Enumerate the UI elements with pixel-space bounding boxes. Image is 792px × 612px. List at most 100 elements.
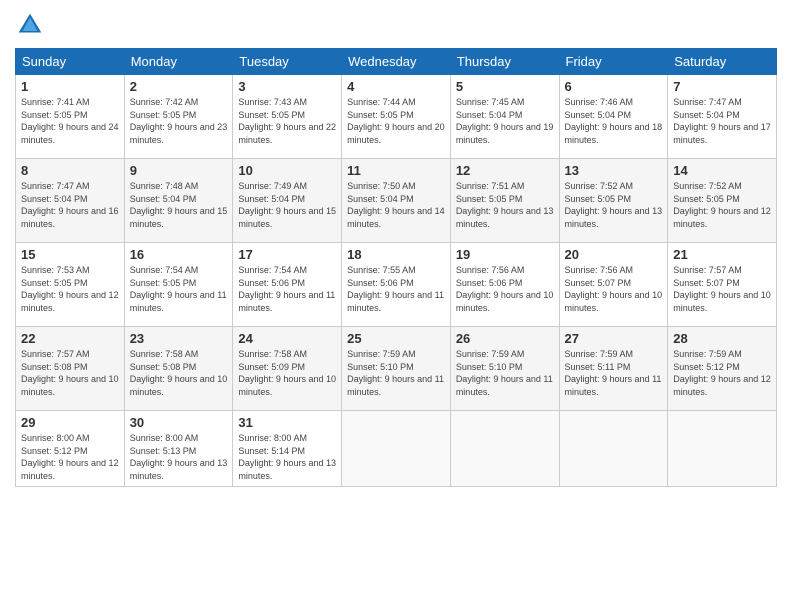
logo-icon <box>15 10 45 40</box>
day-detail: Sunrise: 7:54 AMSunset: 5:05 PMDaylight:… <box>130 264 228 314</box>
day-number: 29 <box>21 415 119 430</box>
week-row-5: 29 Sunrise: 8:00 AMSunset: 5:12 PMDayligh… <box>16 411 777 487</box>
day-number: 6 <box>565 79 663 94</box>
weekday-header-saturday: Saturday <box>668 49 777 75</box>
day-detail: Sunrise: 7:41 AMSunset: 5:05 PMDaylight:… <box>21 96 119 146</box>
day-number: 22 <box>21 331 119 346</box>
day-detail: Sunrise: 8:00 AMSunset: 5:13 PMDaylight:… <box>130 432 228 482</box>
calendar-cell: 31 Sunrise: 8:00 AMSunset: 5:14 PMDayligh… <box>233 411 342 487</box>
weekday-header-friday: Friday <box>559 49 668 75</box>
day-detail: Sunrise: 8:00 AMSunset: 5:14 PMDaylight:… <box>238 432 336 482</box>
day-number: 26 <box>456 331 554 346</box>
calendar-cell: 18Sunrise: 7:55 AMSunset: 5:06 PMDayligh… <box>342 243 451 327</box>
day-detail: Sunrise: 7:43 AMSunset: 5:05 PMDaylight:… <box>238 96 336 146</box>
day-detail: Sunrise: 7:47 AMSunset: 5:04 PMDaylight:… <box>673 96 771 146</box>
week-row-4: 22 Sunrise: 7:57 AMSunset: 5:08 PMDayligh… <box>16 327 777 411</box>
day-detail: Sunrise: 7:56 AMSunset: 5:06 PMDaylight:… <box>456 264 554 314</box>
day-number: 23 <box>130 331 228 346</box>
day-detail: Sunrise: 7:59 AMSunset: 5:12 PMDaylight:… <box>673 348 771 398</box>
calendar-cell: 9 Sunrise: 7:48 AMSunset: 5:04 PMDaylight… <box>124 159 233 243</box>
calendar-cell: 2Sunrise: 7:42 AMSunset: 5:05 PMDaylight… <box>124 75 233 159</box>
page: SundayMondayTuesdayWednesdayThursdayFrid… <box>0 0 792 612</box>
calendar-cell: 14 Sunrise: 7:52 AMSunset: 5:05 PMDayligh… <box>668 159 777 243</box>
calendar-cell <box>668 411 777 487</box>
calendar-cell: 20 Sunrise: 7:56 AMSunset: 5:07 PMDayligh… <box>559 243 668 327</box>
calendar: SundayMondayTuesdayWednesdayThursdayFrid… <box>15 48 777 487</box>
calendar-cell: 26 Sunrise: 7:59 AMSunset: 5:10 PMDayligh… <box>450 327 559 411</box>
calendar-cell <box>559 411 668 487</box>
day-number: 15 <box>21 247 119 262</box>
weekday-header-thursday: Thursday <box>450 49 559 75</box>
day-number: 5 <box>456 79 554 94</box>
day-number: 31 <box>238 415 336 430</box>
calendar-cell: 24 Sunrise: 7:58 AMSunset: 5:09 PMDayligh… <box>233 327 342 411</box>
day-number: 10 <box>238 163 336 178</box>
calendar-cell: 29 Sunrise: 8:00 AMSunset: 5:12 PMDayligh… <box>16 411 125 487</box>
day-detail: Sunrise: 7:59 AMSunset: 5:11 PMDaylight:… <box>565 348 663 398</box>
day-number: 28 <box>673 331 771 346</box>
calendar-cell: 6 Sunrise: 7:46 AMSunset: 5:04 PMDaylight… <box>559 75 668 159</box>
day-detail: Sunrise: 7:52 AMSunset: 5:05 PMDaylight:… <box>673 180 771 230</box>
calendar-cell: 12Sunrise: 7:51 AMSunset: 5:05 PMDayligh… <box>450 159 559 243</box>
day-detail: Sunrise: 7:59 AMSunset: 5:10 PMDaylight:… <box>347 348 445 398</box>
header <box>15 10 777 40</box>
day-detail: Sunrise: 7:58 AMSunset: 5:09 PMDaylight:… <box>238 348 336 398</box>
weekday-header-wednesday: Wednesday <box>342 49 451 75</box>
week-row-2: 8 Sunrise: 7:47 AMSunset: 5:04 PMDaylight… <box>16 159 777 243</box>
calendar-cell: 3 Sunrise: 7:43 AMSunset: 5:05 PMDaylight… <box>233 75 342 159</box>
day-detail: Sunrise: 7:54 AMSunset: 5:06 PMDaylight:… <box>238 264 336 314</box>
day-number: 14 <box>673 163 771 178</box>
day-detail: Sunrise: 7:45 AMSunset: 5:04 PMDaylight:… <box>456 96 554 146</box>
day-detail: Sunrise: 7:59 AMSunset: 5:10 PMDaylight:… <box>456 348 554 398</box>
calendar-cell: 15 Sunrise: 7:53 AMSunset: 5:05 PMDayligh… <box>16 243 125 327</box>
calendar-cell: 4 Sunrise: 7:44 AMSunset: 5:05 PMDaylight… <box>342 75 451 159</box>
day-detail: Sunrise: 8:00 AMSunset: 5:12 PMDaylight:… <box>21 432 119 482</box>
calendar-cell: 8 Sunrise: 7:47 AMSunset: 5:04 PMDaylight… <box>16 159 125 243</box>
calendar-cell: 22 Sunrise: 7:57 AMSunset: 5:08 PMDayligh… <box>16 327 125 411</box>
day-number: 12 <box>456 163 554 178</box>
day-number: 11 <box>347 163 445 178</box>
calendar-cell: 10Sunrise: 7:49 AMSunset: 5:04 PMDayligh… <box>233 159 342 243</box>
weekday-header-sunday: Sunday <box>16 49 125 75</box>
day-detail: Sunrise: 7:56 AMSunset: 5:07 PMDaylight:… <box>565 264 663 314</box>
day-number: 13 <box>565 163 663 178</box>
calendar-cell: 30 Sunrise: 8:00 AMSunset: 5:13 PMDayligh… <box>124 411 233 487</box>
weekday-header-row: SundayMondayTuesdayWednesdayThursdayFrid… <box>16 49 777 75</box>
day-number: 27 <box>565 331 663 346</box>
day-number: 7 <box>673 79 771 94</box>
day-number: 19 <box>456 247 554 262</box>
day-number: 30 <box>130 415 228 430</box>
calendar-cell: 11 Sunrise: 7:50 AMSunset: 5:04 PMDayligh… <box>342 159 451 243</box>
day-number: 17 <box>238 247 336 262</box>
day-number: 2 <box>130 79 228 94</box>
day-detail: Sunrise: 7:57 AMSunset: 5:07 PMDaylight:… <box>673 264 771 314</box>
day-number: 25 <box>347 331 445 346</box>
day-detail: Sunrise: 7:47 AMSunset: 5:04 PMDaylight:… <box>21 180 119 230</box>
calendar-cell: 19 Sunrise: 7:56 AMSunset: 5:06 PMDayligh… <box>450 243 559 327</box>
calendar-cell: 25 Sunrise: 7:59 AMSunset: 5:10 PMDayligh… <box>342 327 451 411</box>
day-detail: Sunrise: 7:50 AMSunset: 5:04 PMDaylight:… <box>347 180 445 230</box>
week-row-1: 1Sunrise: 7:41 AMSunset: 5:05 PMDaylight… <box>16 75 777 159</box>
day-number: 24 <box>238 331 336 346</box>
calendar-cell <box>450 411 559 487</box>
day-number: 20 <box>565 247 663 262</box>
calendar-cell: 7 Sunrise: 7:47 AMSunset: 5:04 PMDaylight… <box>668 75 777 159</box>
day-detail: Sunrise: 7:53 AMSunset: 5:05 PMDaylight:… <box>21 264 119 314</box>
day-detail: Sunrise: 7:48 AMSunset: 5:04 PMDaylight:… <box>130 180 228 230</box>
day-number: 4 <box>347 79 445 94</box>
day-detail: Sunrise: 7:57 AMSunset: 5:08 PMDaylight:… <box>21 348 119 398</box>
day-number: 9 <box>130 163 228 178</box>
week-row-3: 15 Sunrise: 7:53 AMSunset: 5:05 PMDayligh… <box>16 243 777 327</box>
day-number: 8 <box>21 163 119 178</box>
calendar-cell: 16 Sunrise: 7:54 AMSunset: 5:05 PMDayligh… <box>124 243 233 327</box>
calendar-cell: 13Sunrise: 7:52 AMSunset: 5:05 PMDayligh… <box>559 159 668 243</box>
day-number: 3 <box>238 79 336 94</box>
day-number: 16 <box>130 247 228 262</box>
calendar-cell: 5 Sunrise: 7:45 AMSunset: 5:04 PMDaylight… <box>450 75 559 159</box>
day-detail: Sunrise: 7:44 AMSunset: 5:05 PMDaylight:… <box>347 96 445 146</box>
calendar-cell: 1Sunrise: 7:41 AMSunset: 5:05 PMDaylight… <box>16 75 125 159</box>
day-detail: Sunrise: 7:46 AMSunset: 5:04 PMDaylight:… <box>565 96 663 146</box>
calendar-cell: 23Sunrise: 7:58 AMSunset: 5:08 PMDayligh… <box>124 327 233 411</box>
calendar-cell: 27 Sunrise: 7:59 AMSunset: 5:11 PMDayligh… <box>559 327 668 411</box>
logo <box>15 10 49 40</box>
